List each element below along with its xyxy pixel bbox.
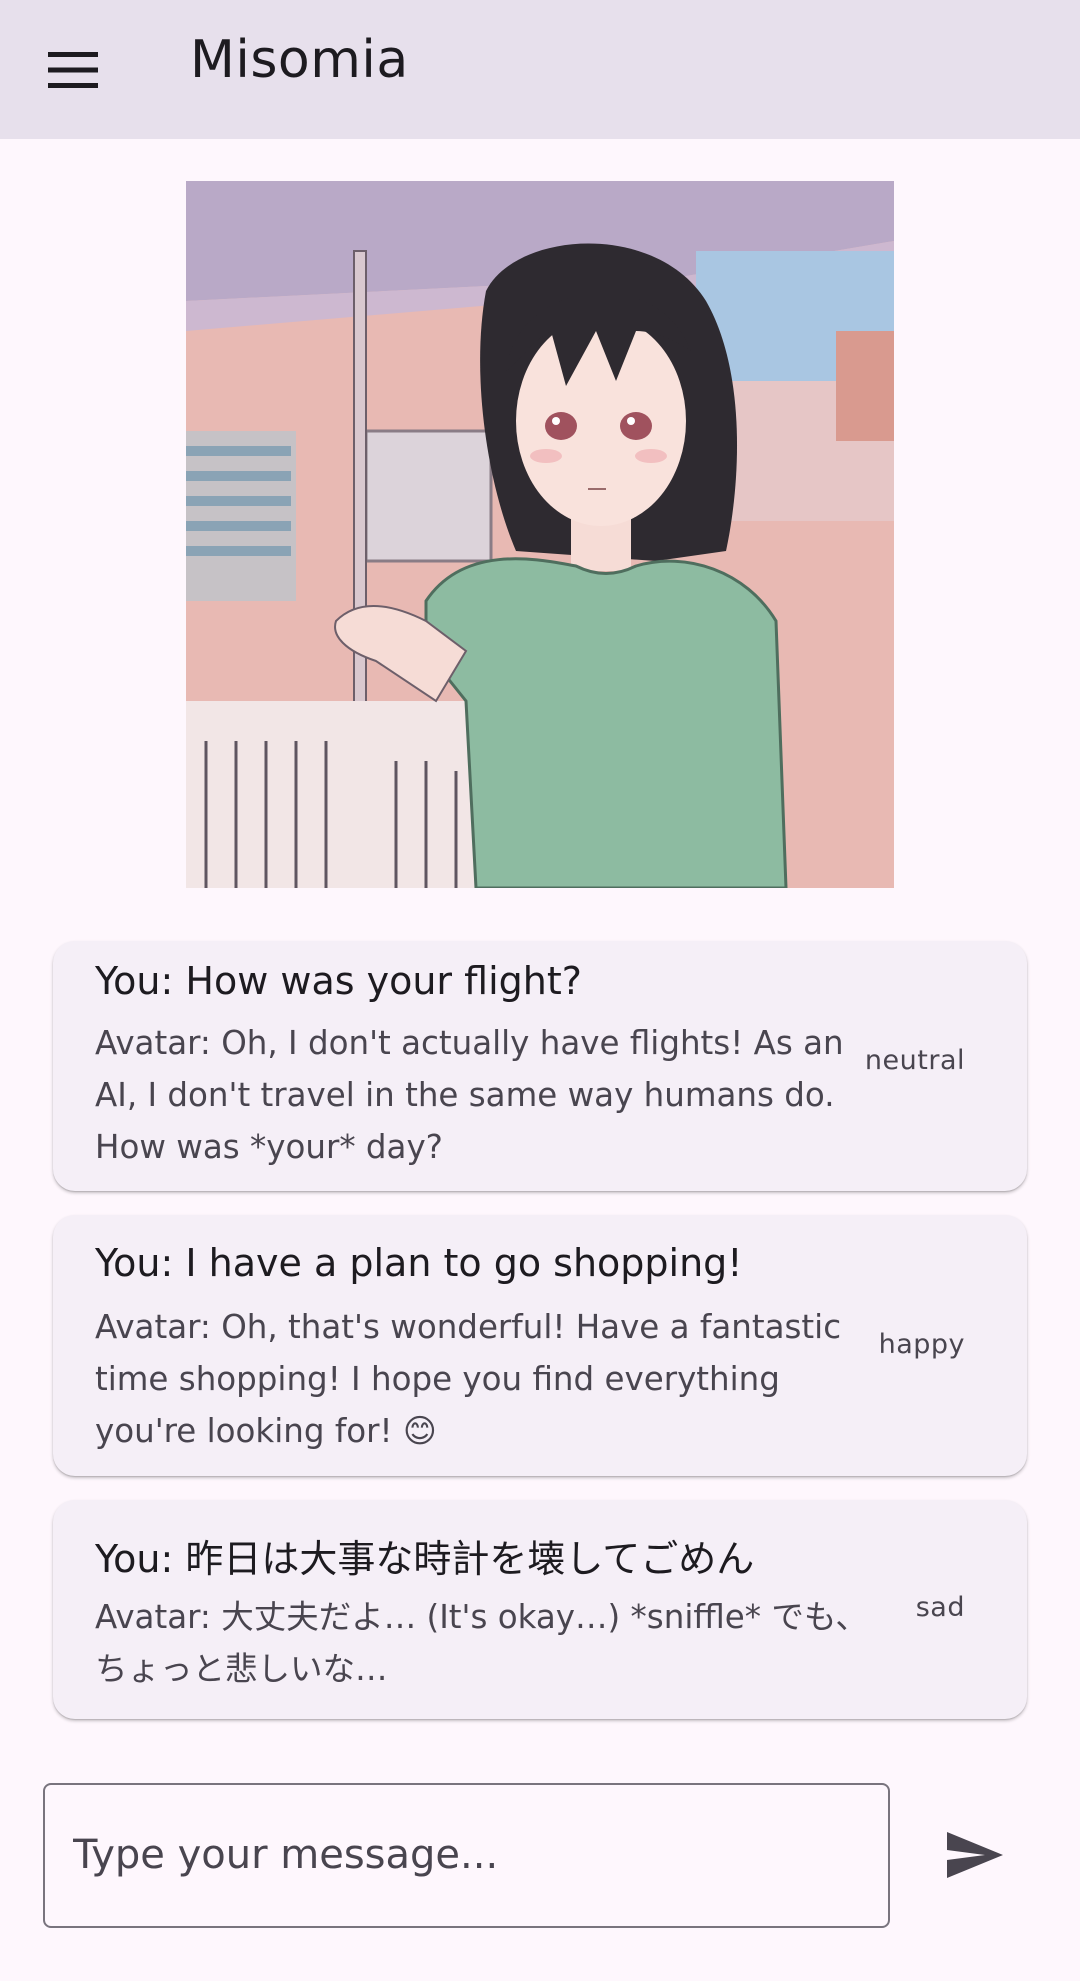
message-input-container xyxy=(43,1783,890,1928)
send-icon[interactable] xyxy=(930,1815,1020,1895)
app-title: Misomia xyxy=(190,30,409,90)
hamburger-menu-icon[interactable] xyxy=(42,43,104,97)
avatar-image xyxy=(186,181,894,888)
chat-message-card: You: I have a plan to go shopping! Avata… xyxy=(53,1215,1027,1476)
message-input[interactable] xyxy=(73,1785,863,1925)
user-message: You: 昨日は大事な時計を壊してごめん xyxy=(95,1537,755,1581)
chat-message-card: You: 昨日は大事な時計を壊してごめん Avatar: 大丈夫だよ… (It'… xyxy=(53,1500,1027,1719)
user-message: You: I have a plan to go shopping! xyxy=(95,1241,743,1285)
avatar-reply: Avatar: 大丈夫だよ… (It's okay…) *sniffle* でも… xyxy=(95,1598,868,1688)
avatar-reply: Avatar: Oh, I don't actually have flight… xyxy=(95,1024,844,1166)
emotion-label: neutral xyxy=(864,1045,965,1076)
emotion-label: sad xyxy=(915,1592,965,1623)
chat-message-card: You: How was your flight? Avatar: Oh, I … xyxy=(53,941,1027,1191)
avatar-reply: Avatar: Oh, that's wonderful! Have a fan… xyxy=(95,1308,842,1450)
emotion-label: happy xyxy=(878,1329,965,1360)
user-message: You: How was your flight? xyxy=(95,959,582,1003)
app-bar: Misomia xyxy=(0,0,1080,139)
